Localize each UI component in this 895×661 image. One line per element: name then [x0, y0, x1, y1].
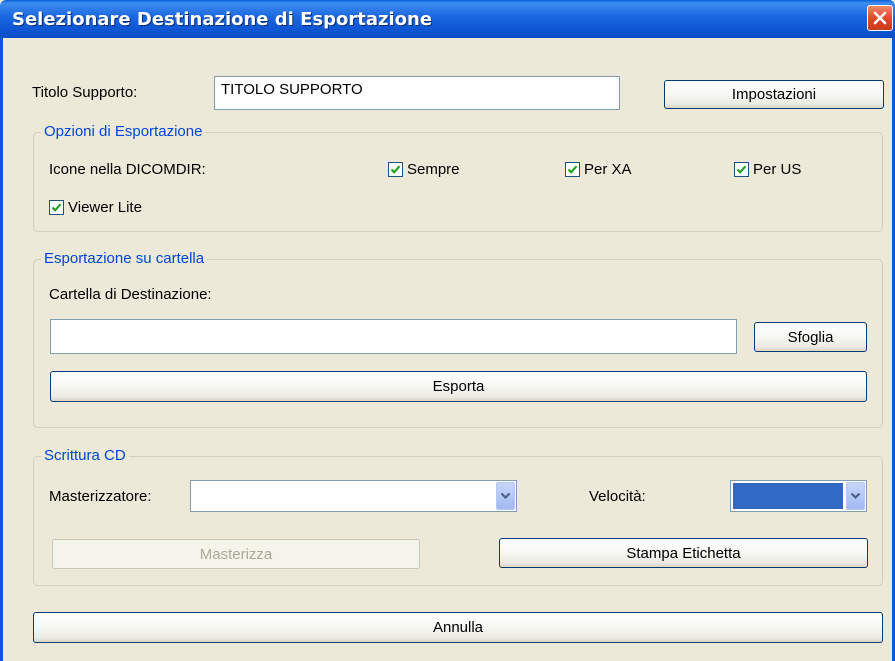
destination-folder-input[interactable] [50, 319, 737, 354]
chevron-down-icon [500, 492, 511, 500]
speed-select[interactable] [730, 480, 867, 512]
browse-button[interactable]: Sfoglia [754, 322, 867, 352]
checkmark-icon [567, 165, 578, 174]
media-title-label: Titolo Supporto: [32, 84, 138, 101]
title-bar[interactable]: Selezionare Destinazione di Esportazione [0, 0, 895, 38]
speed-label: Velocità: [589, 488, 646, 505]
chevron-down-icon [850, 492, 861, 500]
export-options-legend: Opzioni di Esportazione [41, 123, 206, 140]
burn-button[interactable]: Masterizza [52, 539, 420, 569]
checkmark-icon [736, 165, 747, 174]
speed-select-highlight [733, 483, 843, 509]
folder-export-legend: Esportazione su cartella [41, 250, 208, 267]
close-icon [873, 11, 887, 25]
window-title: Selezionare Destinazione di Esportazione [12, 9, 433, 30]
checkbox-per-us[interactable]: Per US [734, 161, 801, 178]
dropdown-button[interactable] [846, 482, 865, 510]
checkbox-box[interactable] [49, 200, 64, 215]
print-label-button[interactable]: Stampa Etichetta [499, 538, 868, 568]
window-frame-left [0, 38, 3, 661]
export-destination-dialog: Selezionare Destinazione di Esportazione… [0, 0, 895, 661]
checkbox-viewer-lite[interactable]: Viewer Lite [49, 199, 142, 216]
checkbox-box[interactable] [565, 162, 580, 177]
dicomdir-icons-label: Icone nella DICOMDIR: [49, 161, 206, 178]
burner-label: Masterizzatore: [49, 488, 152, 505]
export-options-group [33, 132, 883, 232]
checkbox-label: Per US [753, 161, 802, 178]
checkbox-label: Per XA [584, 161, 632, 178]
checkbox-label: Sempre [407, 161, 460, 178]
checkmark-icon [390, 165, 401, 174]
destination-folder-label: Cartella di Destinazione: [49, 286, 212, 303]
checkbox-label: Viewer Lite [68, 199, 142, 216]
cd-write-legend: Scrittura CD [41, 447, 129, 464]
checkbox-always[interactable]: Sempre [388, 161, 460, 178]
media-title-input[interactable]: TITOLO SUPPORTO [214, 76, 620, 110]
checkbox-box[interactable] [388, 162, 403, 177]
export-button[interactable]: Esporta [50, 371, 867, 402]
checkbox-box[interactable] [734, 162, 749, 177]
cancel-button[interactable]: Annulla [33, 612, 883, 643]
checkmark-icon [51, 203, 62, 212]
close-button[interactable] [867, 5, 893, 31]
burner-select[interactable] [190, 480, 517, 512]
checkbox-per-xa[interactable]: Per XA [565, 161, 632, 178]
settings-button[interactable]: Impostazioni [664, 80, 884, 109]
dropdown-button[interactable] [496, 482, 515, 510]
